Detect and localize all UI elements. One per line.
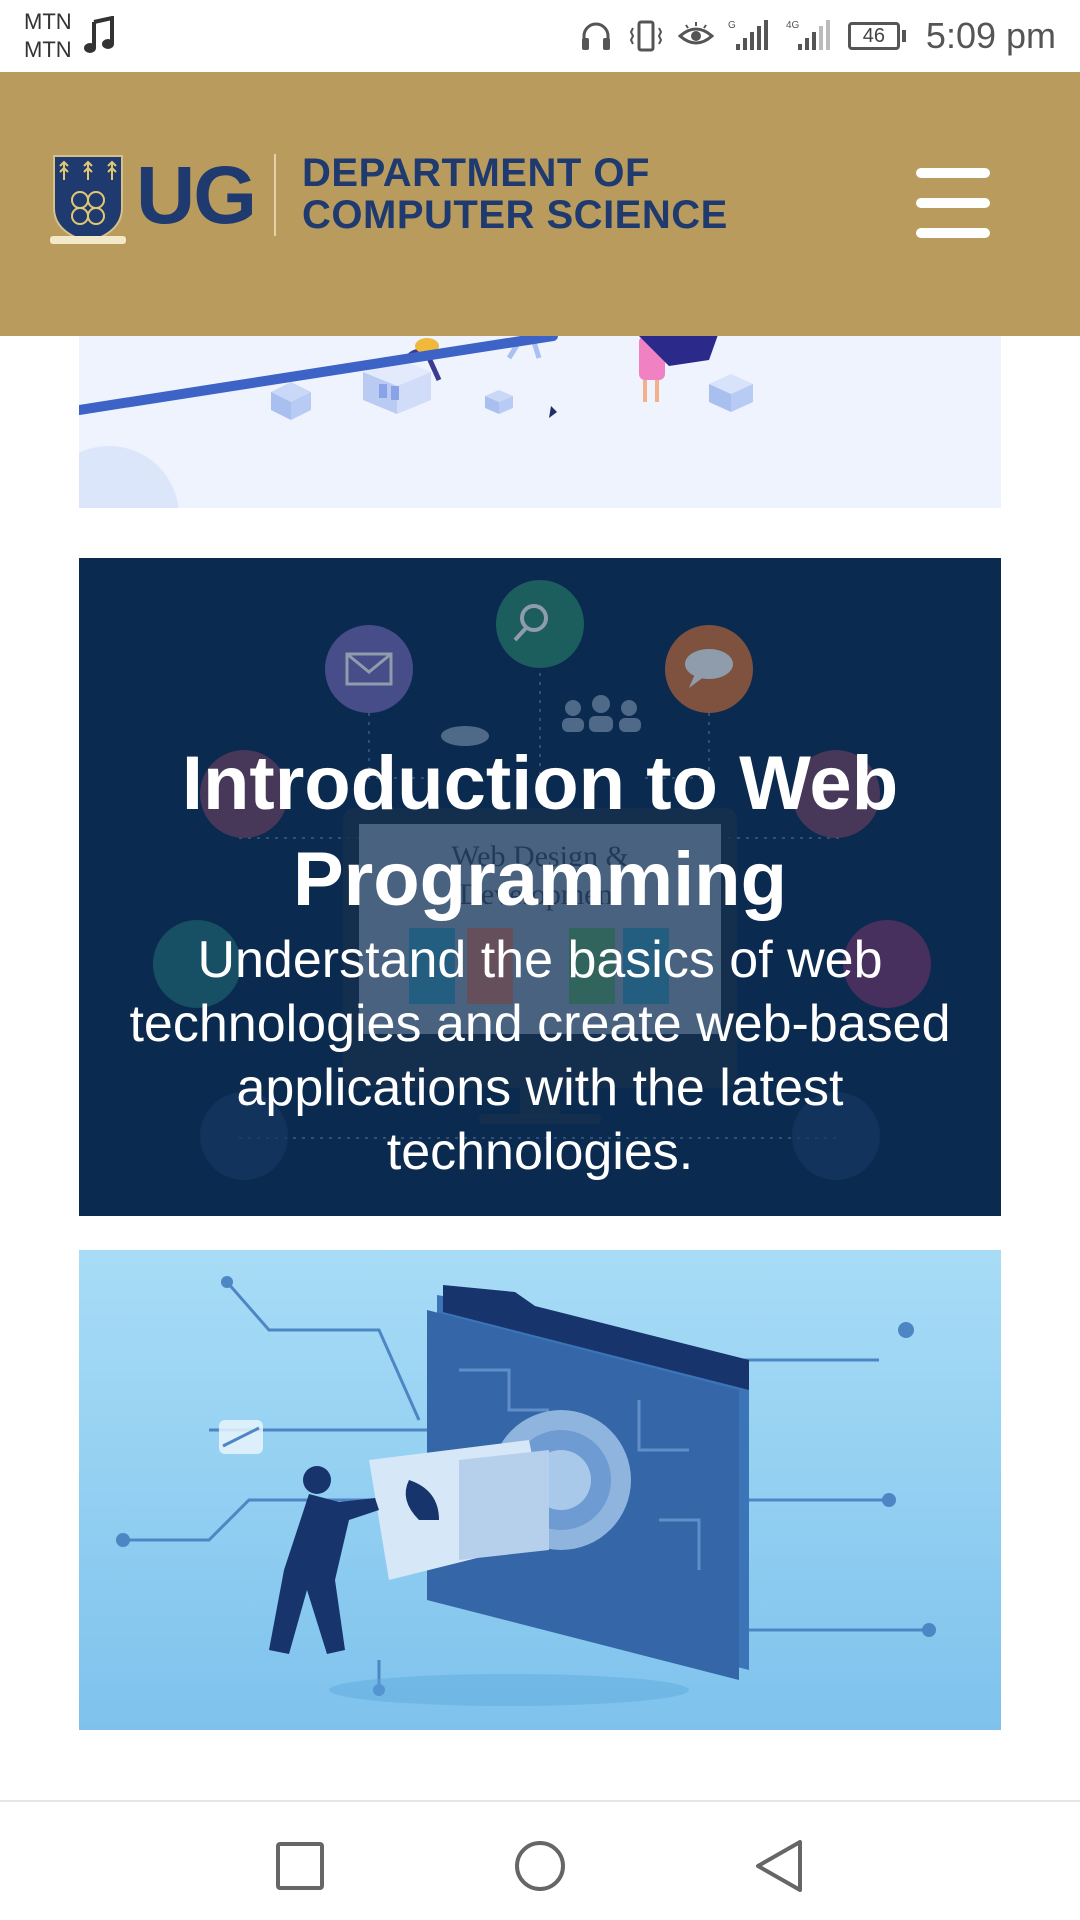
- signal-1-label: G: [728, 20, 736, 31]
- course-card-web-programming[interactable]: Web Design & Development Introduction to…: [79, 558, 1001, 1216]
- battery-level: 46: [847, 22, 900, 50]
- vibrate-icon: [629, 20, 663, 52]
- status-bar: MTN MTN G 4G 46 5:09 pm: [0, 0, 1080, 72]
- eye-comfort-icon: [677, 22, 714, 45]
- signal-2-label: 4G: [786, 20, 800, 31]
- course-card-image-security[interactable]: [79, 1250, 1001, 1730]
- home-icon[interactable]: [510, 1836, 570, 1896]
- headphones-icon: [581, 22, 610, 50]
- header-divider: [274, 154, 276, 236]
- carrier-1: MTN: [24, 9, 72, 34]
- status-icons: G 4G 46 5:09 pm: [578, 12, 1056, 60]
- signal-icon: G: [728, 20, 768, 50]
- ug-logo-text[interactable]: UG: [136, 146, 257, 246]
- carrier-2: MTN: [24, 37, 72, 62]
- university-crest-logo[interactable]: [50, 152, 126, 246]
- back-icon[interactable]: [750, 1836, 810, 1896]
- isometric-people-illustration: [79, 336, 753, 508]
- carrier-labels: MTN MTN: [24, 8, 72, 64]
- battery-icon: 46: [847, 22, 906, 50]
- hamburger-menu-icon[interactable]: [916, 168, 992, 238]
- department-name-line-1: DEPARTMENT OF: [302, 151, 650, 195]
- recent-apps-icon[interactable]: [270, 1836, 330, 1896]
- system-navigation-bar: [0, 1800, 1080, 1920]
- course-card-image-top[interactable]: [79, 336, 1001, 508]
- site-header: UG DEPARTMENT OF COMPUTER SCIENCE: [0, 72, 1080, 336]
- folder-lock-illustration: [116, 1276, 936, 1706]
- department-name[interactable]: DEPARTMENT OF COMPUTER SCIENCE: [302, 152, 728, 236]
- signal-icon-4g: 4G: [786, 20, 830, 50]
- music-icon: [84, 16, 114, 53]
- course-description: Understand the basics of web technologie…: [129, 931, 951, 1181]
- department-name-line-2: COMPUTER SCIENCE: [302, 193, 728, 237]
- clock: 5:09 pm: [925, 15, 1056, 56]
- course-title[interactable]: Introduction to Web Programming: [99, 736, 981, 928]
